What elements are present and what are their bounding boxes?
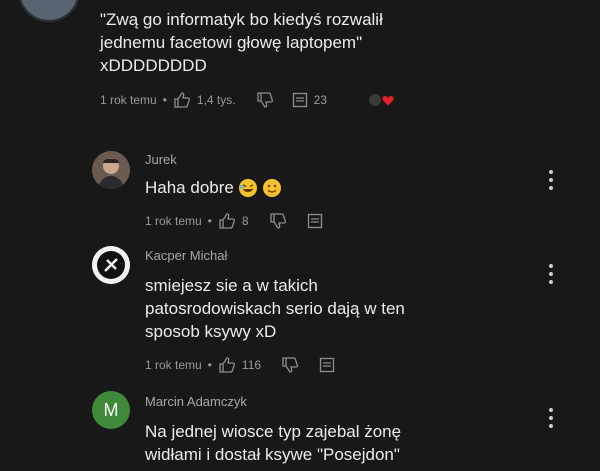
creator-avatar-icon xyxy=(368,94,381,106)
comment-line: Haha dobre xyxy=(145,178,234,197)
reply-count: 23 xyxy=(313,93,327,107)
more-options-icon[interactable] xyxy=(548,408,554,428)
laughing-emoji-icon xyxy=(238,178,258,198)
smile-emoji-icon xyxy=(262,178,282,198)
comment-line: jednemu facetowi głowę laptopem" xyxy=(100,33,363,52)
like-count: 116 xyxy=(241,358,262,372)
reply-icon[interactable] xyxy=(319,357,335,373)
heart-icon xyxy=(382,95,394,105)
more-options-icon[interactable] xyxy=(548,170,554,190)
separator-dot: • xyxy=(162,93,167,107)
comment-author[interactable]: Jurek xyxy=(145,152,177,167)
comment-author[interactable]: Marcin Adamczyk xyxy=(145,394,247,409)
top-comment-meta: 1 rok temu • 1,4 tys. 23 xyxy=(100,92,394,108)
comment-time: 1 rok temu xyxy=(145,358,202,372)
comment-meta: 1 rok temu • 8 xyxy=(145,213,323,229)
avatar-marcin[interactable]: M xyxy=(92,391,130,429)
comment-line: "Zwą go informatyk bo kiedyś rozwalił xyxy=(100,10,383,29)
like-icon[interactable] xyxy=(218,213,236,229)
comment-meta: 1 rok temu • 116 xyxy=(145,357,335,373)
comment-text: smiejesz sie a w takich patosrodowiskach… xyxy=(145,274,405,343)
avatar-letter: M xyxy=(103,399,119,420)
top-comment-avatar[interactable] xyxy=(18,0,80,22)
top-comment-text: "Zwą go informatyk bo kiedyś rozwalił je… xyxy=(100,8,383,77)
comment-text: Haha dobre xyxy=(145,176,282,199)
separator-dot: • xyxy=(207,358,212,372)
comment-line: smiejesz sie a w takich xyxy=(145,276,318,295)
comment-line: sposob ksywy xD xyxy=(145,322,277,341)
comment-text: Na jednej wiosce typ zajebal żonę widłam… xyxy=(145,420,401,466)
comment-author[interactable]: Kacper Michał xyxy=(145,248,227,263)
like-icon[interactable] xyxy=(218,357,236,373)
comment-line: Na jednej wiosce typ zajebal żonę xyxy=(145,422,402,441)
reply-icon[interactable] xyxy=(307,213,323,229)
comment-time: 1 rok temu xyxy=(145,214,202,228)
creator-heart-badge xyxy=(368,94,394,106)
avatar-kacper[interactable] xyxy=(92,246,130,284)
dislike-icon[interactable] xyxy=(269,213,287,229)
comment-time: 1 rok temu xyxy=(100,93,157,107)
reply-icon[interactable] xyxy=(292,92,308,108)
like-icon[interactable] xyxy=(173,92,191,108)
comment-line: patosrodowiskach serio dają w ten xyxy=(145,299,405,318)
avatar-jurek[interactable] xyxy=(92,151,130,189)
comment-line: xDDDDDDDD xyxy=(100,56,207,75)
dislike-icon[interactable] xyxy=(256,92,274,108)
separator-dot: • xyxy=(207,214,212,228)
comment-line: widłami i dostał ksywe "Posejdon" xyxy=(145,445,400,464)
like-count: 1,4 tys. xyxy=(196,93,236,107)
like-count: 8 xyxy=(241,214,249,228)
dislike-icon[interactable] xyxy=(281,357,299,373)
more-options-icon[interactable] xyxy=(548,264,554,284)
